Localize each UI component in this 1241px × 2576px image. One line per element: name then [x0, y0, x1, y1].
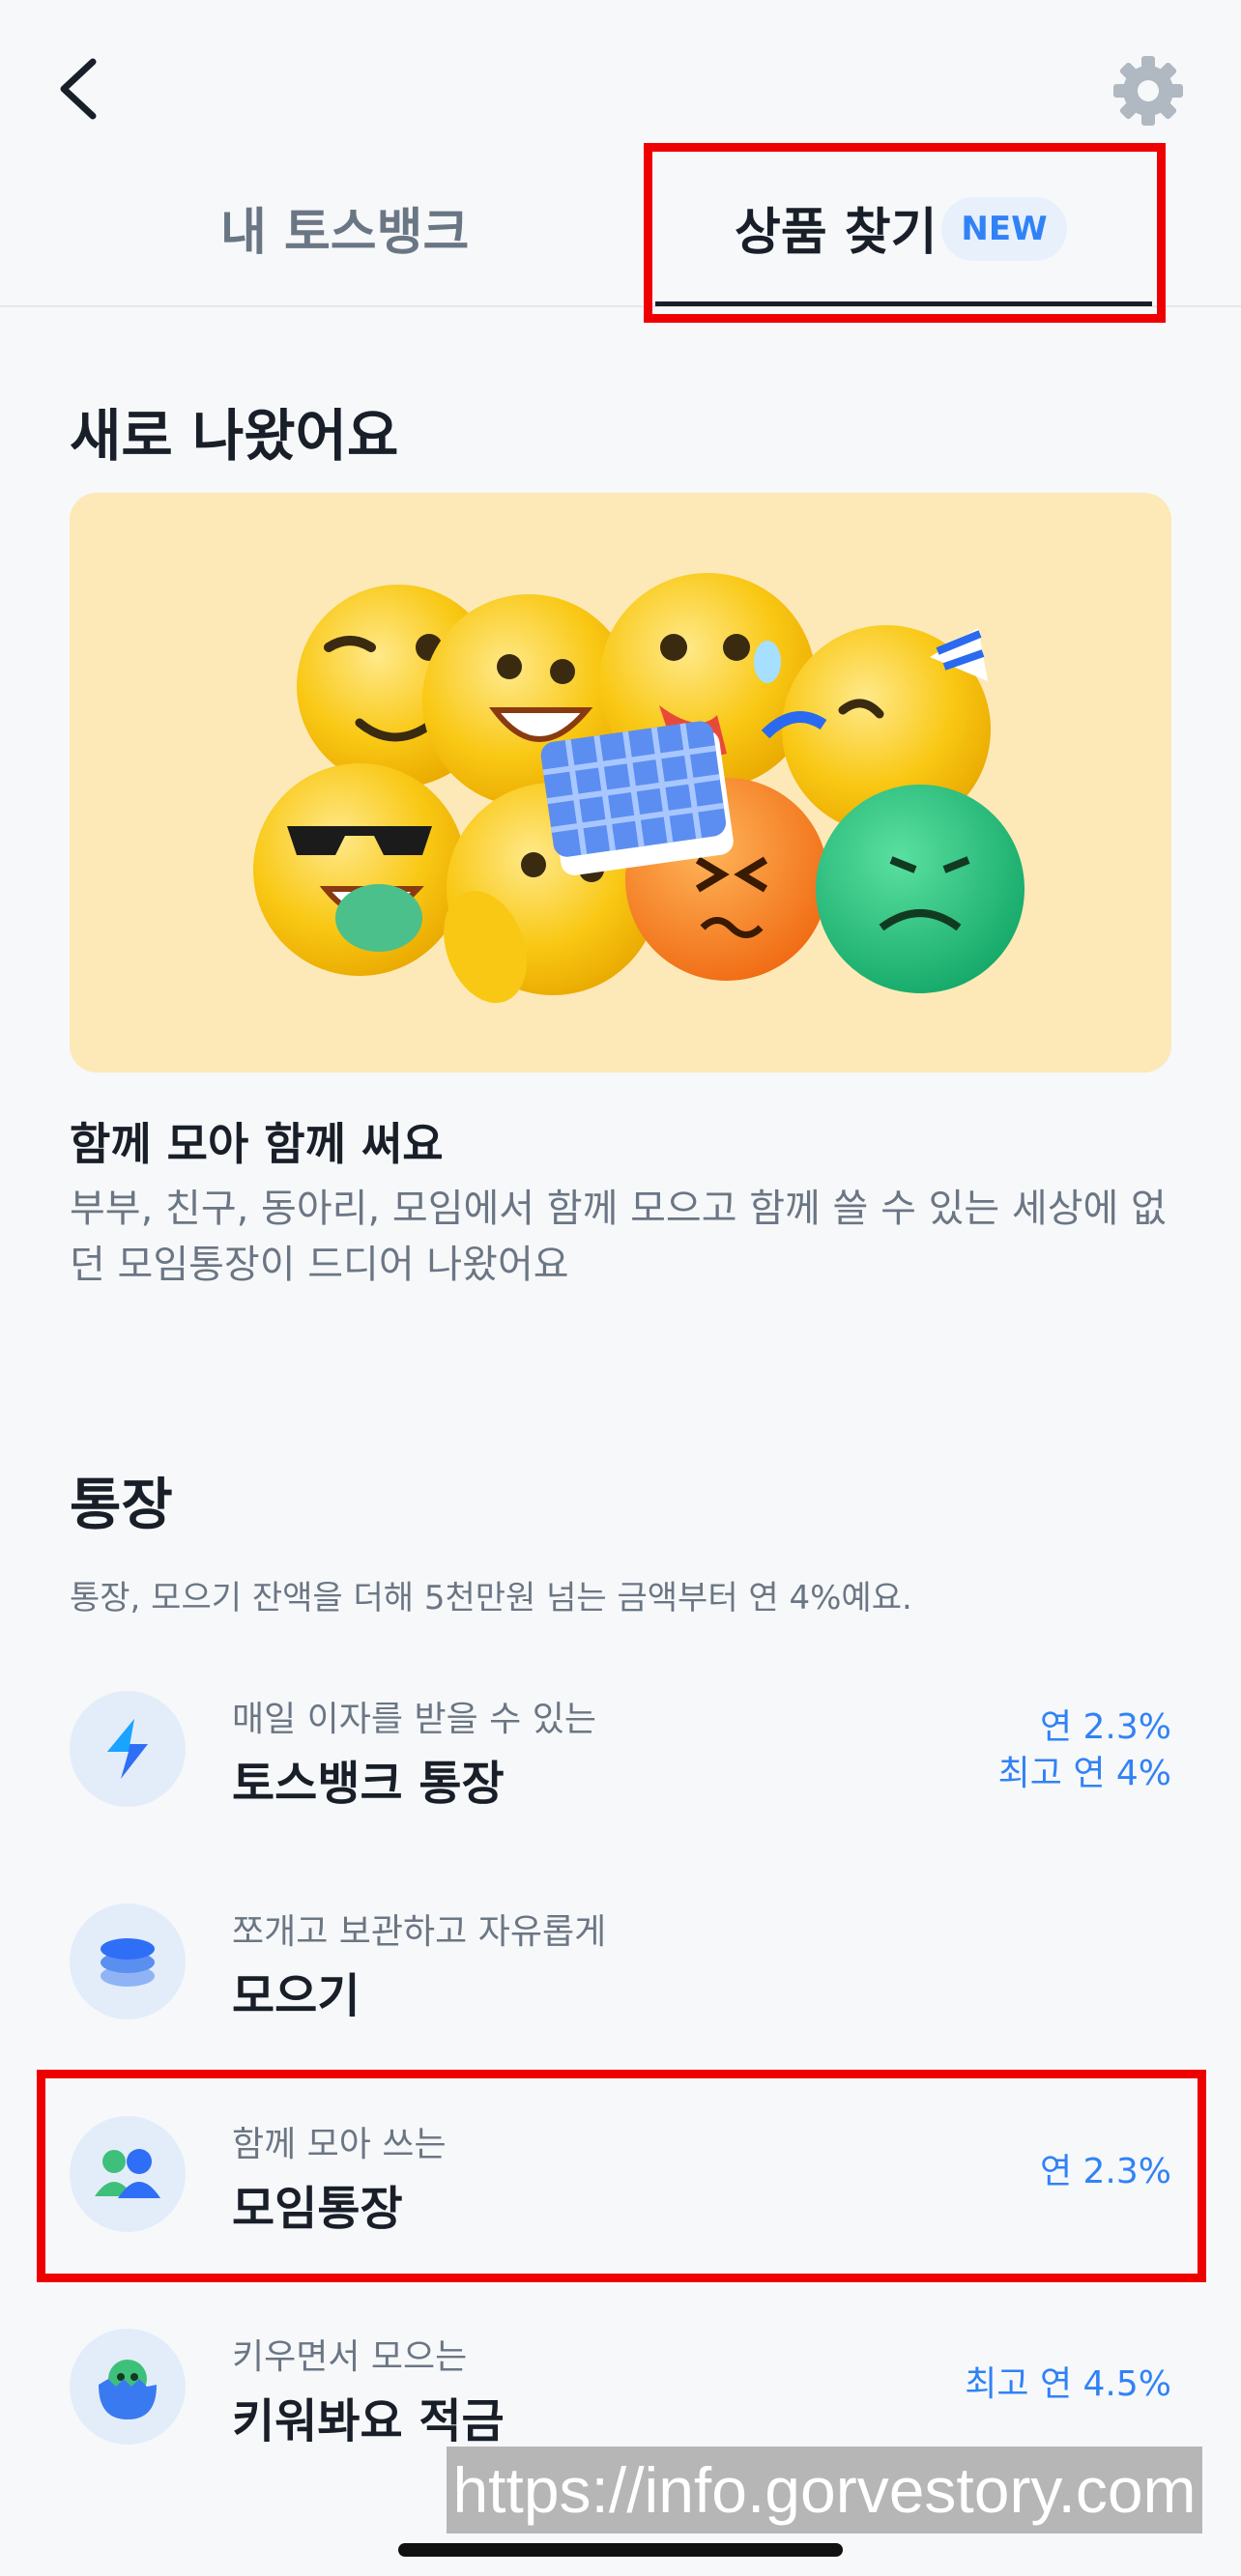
tab-my-tossbank[interactable]: 내 토스뱅크 [220, 191, 469, 264]
item-rate: 최고 연 4.5% [965, 2364, 1171, 2404]
list-item-tossbank-account[interactable]: 매일 이자를 받을 수 있는 토스뱅크 통장 연 2.3% 최고 연 4% [0, 1679, 1241, 1834]
item-subtitle: 쪼개고 보관하고 자유롭게 [232, 1912, 607, 1952]
back-arrow-icon[interactable] [54, 56, 104, 122]
promo-banner-image[interactable] [70, 493, 1171, 1073]
tossbank-logo-icon [70, 1691, 186, 1807]
item-rate: 연 2.3% 최고 연 4% [997, 1707, 1171, 1793]
item-title: 토스뱅크 통장 [232, 1757, 505, 1811]
home-indicator[interactable] [398, 2543, 843, 2557]
section-title-new: 새로 나왔어요 [70, 403, 399, 469]
item-subtitle: 키우면서 모으는 [232, 2337, 468, 2377]
promo-title: 함께 모아 함께 써요 [70, 1118, 444, 1170]
section-description-account: 통장, 모으기 잔액을 더해 5천만원 넘는 금액부터 연 4%예요. [70, 1579, 912, 1617]
highlight-box-tab [644, 143, 1166, 323]
watermark-url: https://info.gorvestory.com [447, 2447, 1202, 2533]
emoji-group-illustration [253, 573, 1025, 1004]
section-title-account: 통장 [70, 1472, 173, 1537]
list-item-saving-pocket[interactable]: 쪼개고 보관하고 자유롭게 모으기 [0, 1892, 1241, 2046]
item-title: 키워봐요 적금 [232, 2394, 505, 2448]
stack-icon [70, 1903, 186, 2019]
highlight-box-group-account [37, 2070, 1206, 2282]
gear-icon[interactable] [1111, 54, 1185, 128]
item-title: 모으기 [232, 1969, 361, 2023]
promo-description: 부부, 친구, 동아리, 모임에서 함께 모으고 함께 쓸 수 있는 세상에 없… [70, 1187, 1167, 1287]
item-subtitle: 매일 이자를 받을 수 있는 [232, 1700, 596, 1739]
egg-chick-icon [70, 2329, 186, 2445]
